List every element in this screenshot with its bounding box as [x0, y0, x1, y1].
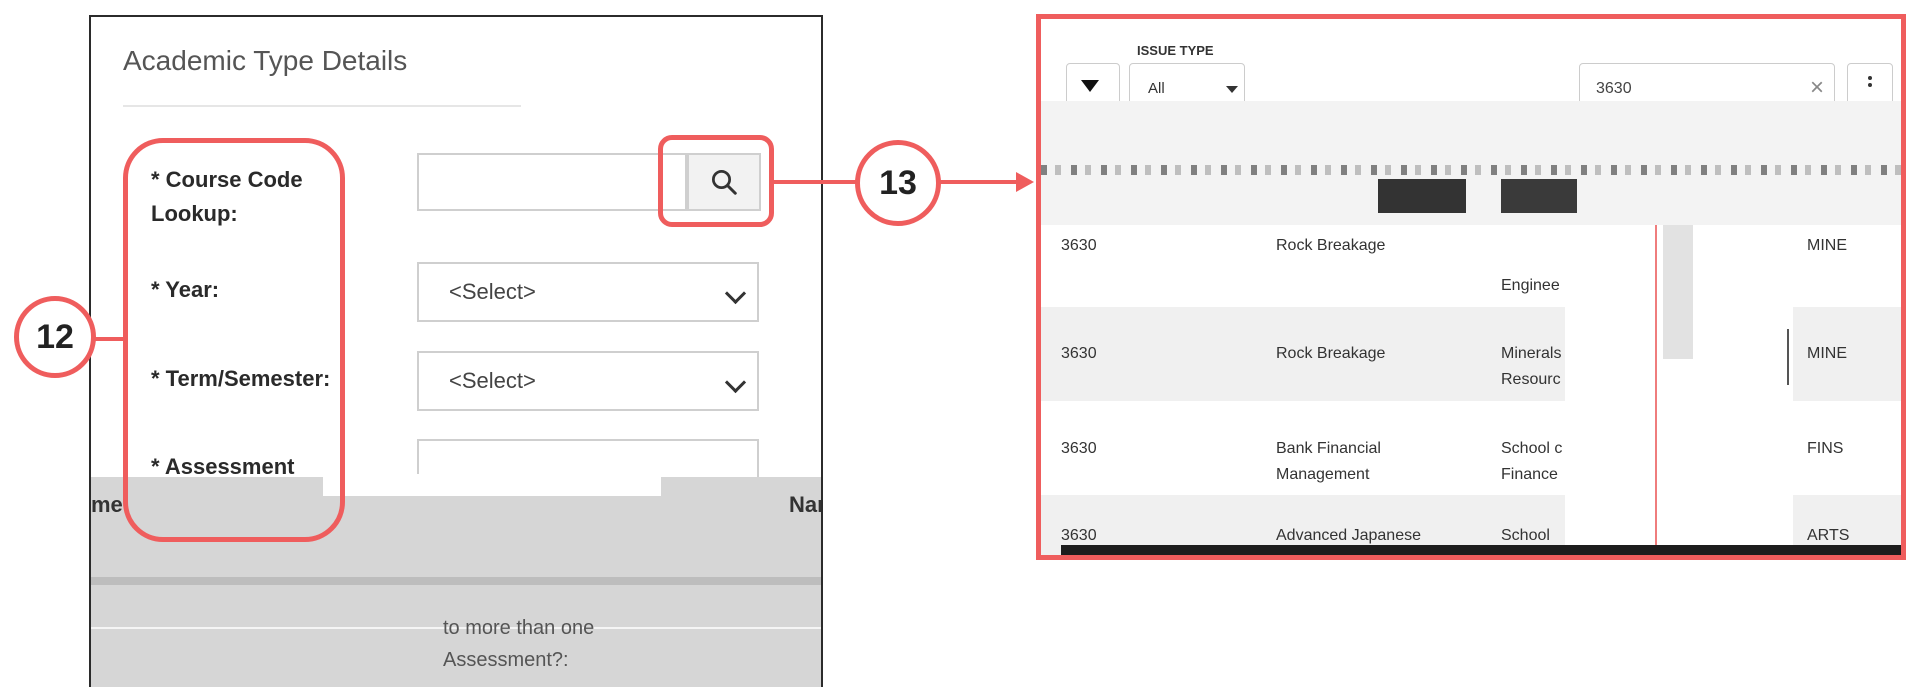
callout-connector-13-arrow [940, 180, 1018, 184]
year-select-value: <Select> [449, 279, 536, 304]
callout-highlight-12 [123, 138, 345, 542]
course-code-cell: 3630 [1061, 440, 1097, 457]
kebab-icon [1868, 76, 1872, 80]
callout-highlight-13 [658, 135, 774, 227]
filter-icon [1081, 80, 1099, 92]
toolbar-block [1501, 179, 1577, 213]
column-divider [1655, 225, 1657, 551]
caret-down-icon [1226, 86, 1238, 93]
arrowhead-icon [1016, 172, 1034, 192]
course-code-cell: 3630 [1061, 345, 1097, 362]
callout-connector-12 [94, 337, 126, 341]
glitch-line [1041, 165, 1901, 175]
org-code-cell: MINE [1807, 345, 1847, 362]
course-title-cell: Rock Breakage [1276, 345, 1386, 362]
search-input-value: 3630 [1596, 80, 1632, 97]
school-cell: Minerals Resourc [1501, 345, 1562, 388]
callout-connector-13 [773, 180, 857, 184]
org-code-cell: MINE [1807, 237, 1847, 254]
glitch-footer-bar [1061, 545, 1901, 555]
school-cell: Enginee [1501, 277, 1560, 294]
course-code-cell: 3630 [1061, 237, 1097, 254]
chevron-down-icon [724, 282, 747, 305]
title-divider [123, 105, 521, 107]
glitch-line [91, 577, 821, 585]
term-select-value: <Select> [449, 368, 536, 393]
column-divider [1787, 329, 1789, 385]
term-semester-select[interactable]: <Select> [417, 351, 759, 411]
school-cell: School c Finance [1501, 440, 1563, 483]
table-toolbar [1041, 101, 1901, 225]
overlap-strip [323, 474, 661, 496]
chevron-down-icon [724, 371, 747, 394]
toolbar-block [1378, 179, 1466, 213]
course-search-results-panel: ISSUE TYPE All 3630 × 3630 Rock Breakage… [1036, 14, 1906, 560]
issue-type-value: All [1148, 80, 1165, 97]
overlap-column-shade [1663, 225, 1693, 359]
panel-title: Academic Type Details [123, 45, 408, 76]
name-label-fragment-right: Nar [789, 492, 823, 517]
year-select[interactable]: <Select> [417, 262, 759, 322]
course-title-cell: Bank Financial Management [1276, 440, 1381, 483]
close-icon[interactable]: × [1810, 74, 1824, 102]
callout-badge-12: 12 [14, 296, 96, 378]
issue-type-label: ISSUE TYPE [1137, 43, 1214, 58]
course-code-input[interactable] [417, 153, 687, 211]
course-title-cell: Rock Breakage [1276, 237, 1386, 254]
multi-assessment-question: to more than one Assessment?: [443, 617, 595, 671]
callout-badge-13: 13 [855, 140, 941, 226]
org-code-cell: FINS [1807, 440, 1844, 457]
